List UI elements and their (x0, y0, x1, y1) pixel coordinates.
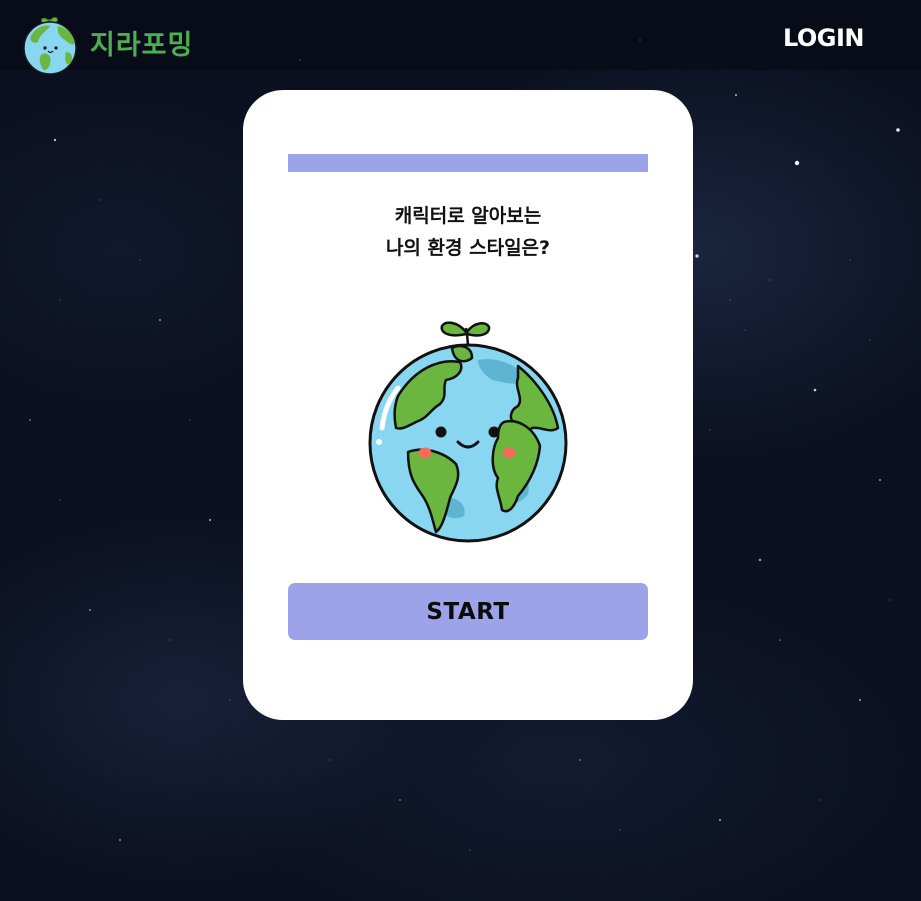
brand-logo[interactable]: 지라포밍 (22, 12, 193, 78)
earth-character-icon (368, 321, 568, 543)
progress-bar-fill (288, 154, 648, 172)
login-link[interactable]: LOGIN (783, 24, 865, 52)
title-line-2: 나의 환경 스타일은? (385, 237, 551, 259)
progress-bar (288, 154, 648, 172)
intro-card: 캐릭터로 알아보는 나의 환경 스타일은? START (243, 90, 693, 720)
top-header: 지라포밍 LOGIN (0, 0, 921, 75)
page-title: 캐릭터로 알아보는 나의 환경 스타일은? (243, 200, 693, 264)
earth-sprout-icon (23, 17, 77, 75)
title-line-1: 캐릭터로 알아보는 (394, 205, 542, 227)
start-button[interactable]: START (288, 583, 648, 640)
brand-name: 지라포밍 (90, 29, 194, 61)
